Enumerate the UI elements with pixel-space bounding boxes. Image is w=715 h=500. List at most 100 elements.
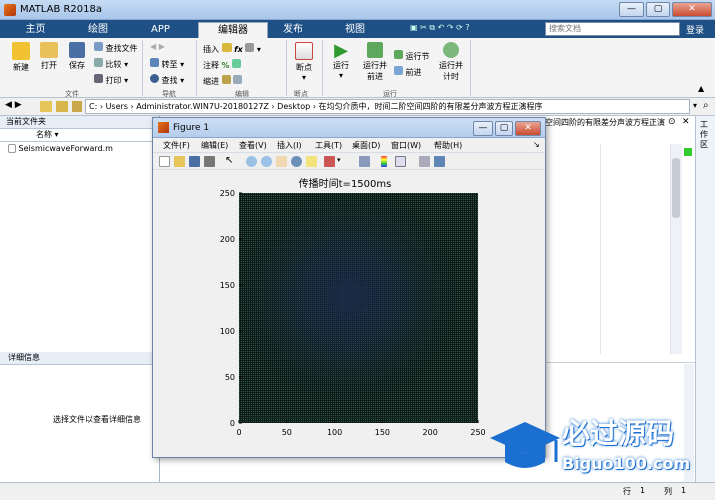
tab-home[interactable]: 主页 [8,22,63,38]
x-tick-label: 50 [282,428,292,437]
menu-view[interactable]: 查看(V) [239,140,267,151]
link-plot-icon[interactable] [359,156,370,167]
maximize-button[interactable]: ▢ [646,2,670,17]
brush-dropdown-icon[interactable]: ▾ [337,156,343,167]
y-tick-label: 150 [220,281,235,290]
pan-hand-icon[interactable] [276,156,287,167]
zoom-in-icon[interactable] [246,156,257,167]
advance-icon [394,66,403,75]
tab-apps[interactable]: APP [133,22,188,38]
menu-file[interactable]: 文件(F) [163,140,190,151]
back-forward-button[interactable]: ◀ ▶ [150,42,165,51]
compare-button[interactable]: 比较 ▾ [94,58,128,70]
status-row-value: 1 [640,486,646,495]
save-figure-icon[interactable] [189,156,200,167]
insert-button[interactable]: 插入 fx ▾ [203,43,261,55]
open-label: 打开 [41,61,57,70]
dock-figure-icon[interactable]: ↘ [533,140,540,149]
colorbar-icon[interactable] [381,156,387,167]
pointer-icon[interactable]: ↖ [225,156,236,167]
panel-close-icon[interactable]: ✕ [682,117,690,127]
y-tick-label: 250 [220,189,235,198]
figure-maximize-button[interactable]: ▢ [495,121,513,136]
folder-path-icon [72,101,82,112]
editor-tab[interactable]: 空间四阶的有限差分声波方程正演程... [545,117,665,130]
editor-scroll-thumb[interactable] [672,158,680,218]
indent-button[interactable]: 缩进 [203,75,243,87]
save-button[interactable]: 保存 [64,42,90,71]
up-folder-icon[interactable] [40,101,52,112]
find-button[interactable]: 查找 ▾ [150,74,184,86]
y-tick-label: 200 [220,235,235,244]
x-tick-label: 100 [327,428,342,437]
new-figure-icon[interactable] [159,156,170,167]
run-time-button[interactable]: 运行并 计时 [436,42,466,82]
hide-plot-tools-icon[interactable] [419,156,430,167]
ribbon-divider [142,40,143,96]
tab-publish[interactable]: 发布 [268,22,318,38]
status-row-label: 行 [623,487,631,496]
m-file-icon [8,144,16,153]
toolstrip-tabs: 主页 绘图 APP 编辑器 发布 视图 ▣ ✂ ⧉ ↶ ↷ ⟳ ? 搜索文档 登… [0,20,715,38]
print-button[interactable]: 打印 ▾ [94,74,128,86]
open-file-icon[interactable] [174,156,185,167]
matlab-logo-icon [4,4,16,16]
show-plot-tools-icon[interactable] [434,156,445,167]
run-time-icon [443,42,459,58]
details-header: 详细信息 [0,352,159,365]
advance-label: 前进 [405,68,422,77]
search-folder-icon[interactable]: ⌕ [703,100,709,111]
compare-icon [94,58,103,67]
current-folder-path[interactable]: C: › Users › Administrator.WIN7U-2018012… [85,99,690,114]
figure-close-button[interactable]: ✕ [515,121,541,136]
login-button[interactable]: 登录 [686,23,704,36]
breakpoints-button[interactable]: 断点 ▾ [290,42,318,82]
find-icon [150,74,159,83]
fx-icon: fx [234,45,243,54]
advance-button[interactable]: 前进 [394,66,422,78]
menu-tools[interactable]: 工具(T) [315,140,342,151]
menu-insert[interactable]: 插入(I) [277,140,302,151]
run-icon: ▶ [334,40,348,61]
name-column-header[interactable]: 名称 ▾ [0,129,159,142]
new-button[interactable]: 新建 [8,42,34,73]
code-analyzer-indicator [684,148,692,156]
menu-window[interactable]: 窗口(W) [391,140,421,151]
brush-icon[interactable] [324,156,335,167]
figure-minimize-button[interactable]: — [473,121,493,136]
legend-icon[interactable] [395,156,406,167]
run-advance-button[interactable]: 运行并 前进 [360,42,390,82]
run-section-button[interactable]: 运行节 [394,50,430,62]
collapse-ribbon-icon[interactable]: ▲ [698,84,704,93]
find-files-button[interactable]: 查找文件 [94,42,138,54]
quick-access-toolbar[interactable]: ▣ ✂ ⧉ ↶ ↷ ⟳ ? [410,23,535,35]
comment-button[interactable]: 注释 % [203,59,242,71]
tab-editor[interactable]: 编辑器 [198,22,268,38]
data-cursor-icon[interactable] [306,156,317,167]
address-bar: ◀ ▶ C: › Users › Administrator.WIN7U-201… [0,98,715,116]
print-figure-icon[interactable] [204,156,215,167]
menu-edit[interactable]: 编辑(E) [201,140,228,151]
nav-arrows-icon[interactable]: ◀ ▶ [5,100,22,110]
tab-view[interactable]: 视图 [325,22,385,38]
path-dropdown-icon[interactable]: ▾ [693,101,697,110]
zoom-out-icon[interactable] [261,156,272,167]
menu-desktop[interactable]: 桌面(D) [352,140,380,151]
browse-folder-icon[interactable] [56,101,68,112]
minimize-button[interactable]: — [619,2,644,17]
run-advance-icon [367,42,383,58]
close-button[interactable]: ✕ [672,2,712,17]
list-item[interactable]: SeismicwaveForward.m [0,142,159,156]
search-docs-input[interactable]: 搜索文档 [545,22,680,36]
watermark: 必过源码 Biguo100.com [480,408,715,482]
rotate-3d-icon[interactable] [291,156,302,167]
menu-help[interactable]: 帮助(H) [434,140,462,151]
goto-button[interactable]: 转至 ▾ [150,58,184,70]
tab-plots[interactable]: 绘图 [68,22,128,38]
run-button[interactable]: ▶ 运行 ▾ [328,40,354,81]
editor-ribbon: 新建 打开 保存 查找文件 比较 ▾ 打印 ▾ 文件 ◀ ▶ 转至 ▾ 查找 ▾… [0,38,715,98]
open-button[interactable]: 打开 [36,42,62,71]
panel-options-icon[interactable]: ⊙ [668,117,676,127]
breakpoints-icon [295,42,313,60]
insert-section-icon [221,43,232,52]
